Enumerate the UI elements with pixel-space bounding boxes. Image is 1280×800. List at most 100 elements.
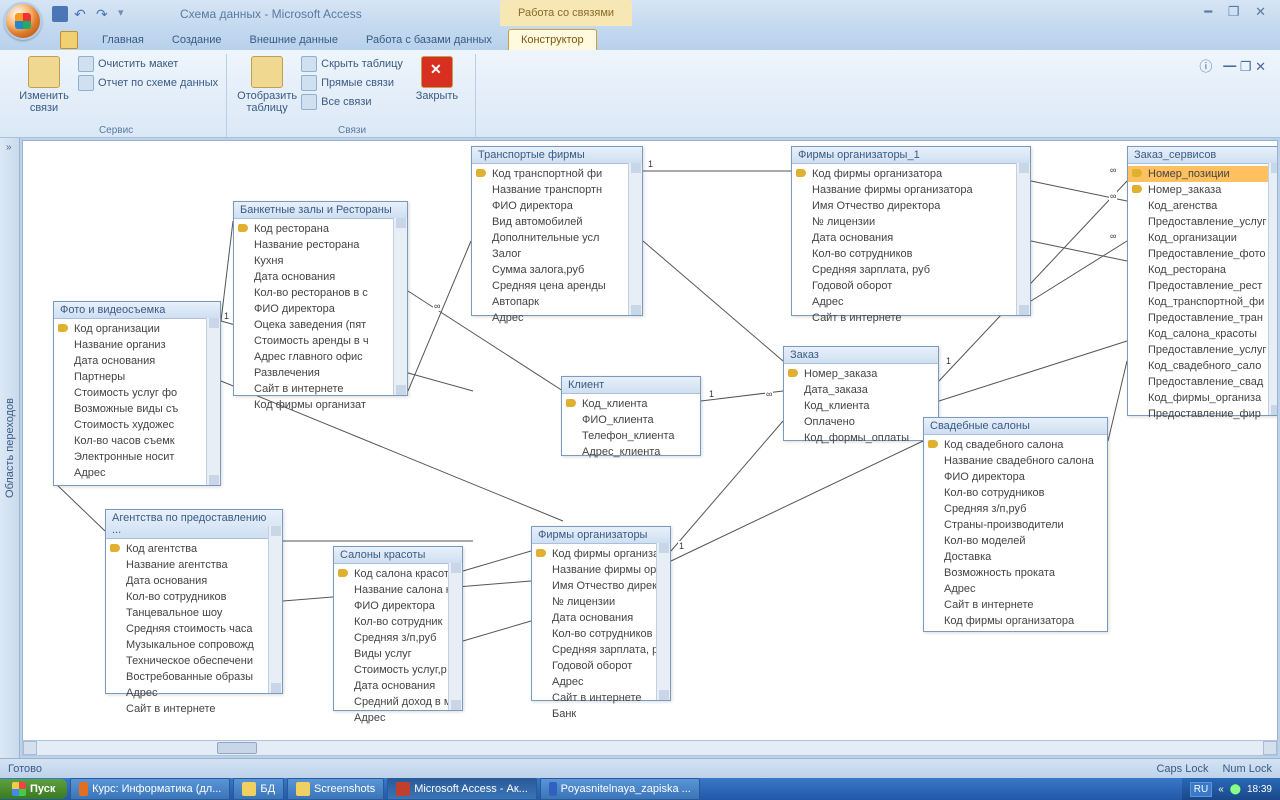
field[interactable]: Электронные носит	[54, 449, 220, 465]
field[interactable]: Код_организации	[1128, 230, 1278, 246]
field[interactable]: Кол-во сотрудников	[106, 589, 282, 605]
table-header[interactable]: Фирмы организаторы	[532, 527, 670, 544]
table-org1[interactable]: Фирмы организаторы_1 Код фирмы организато…	[791, 146, 1031, 316]
field[interactable]: Сайт в интернете	[792, 310, 1030, 326]
field[interactable]: Кухня	[234, 253, 407, 269]
table-photo[interactable]: Фото и видеосъемкаКод организацииНазвани…	[53, 301, 221, 486]
field[interactable]: Предоставление_свад	[1128, 374, 1278, 390]
table-header[interactable]: Банкетные залы и Рестораны	[234, 202, 407, 219]
field[interactable]: Дата основания	[106, 573, 282, 589]
field[interactable]: Годовой оборот	[532, 658, 670, 674]
tray-icon[interactable]: ⬤	[1230, 784, 1241, 795]
field[interactable]: Оцека заведения (пят	[234, 317, 407, 333]
field[interactable]: Адрес главного офис	[234, 349, 407, 365]
field[interactable]: Стоимость услуг,р	[334, 662, 462, 678]
field[interactable]: Код фирмы организа	[532, 546, 670, 562]
paste-icon[interactable]	[56, 30, 82, 50]
field[interactable]: Адрес	[54, 465, 220, 481]
scrollbar[interactable]	[206, 318, 220, 485]
field[interactable]: Код агентства	[106, 541, 282, 557]
field[interactable]: Дата основания	[792, 230, 1030, 246]
field[interactable]: Код салона красот	[334, 566, 462, 582]
field[interactable]: Предоставление_фир	[1128, 406, 1278, 422]
tab-home[interactable]: Главная	[90, 30, 156, 50]
field[interactable]: Название организ	[54, 337, 220, 353]
field[interactable]: Банк	[532, 706, 670, 717]
tab-design[interactable]: Конструктор	[508, 29, 597, 50]
field[interactable]: Доставка	[924, 549, 1107, 565]
table-header[interactable]: Заказ_сервисов	[1128, 147, 1278, 164]
field[interactable]: Адрес	[792, 294, 1030, 310]
taskbar-button[interactable]: Screenshots	[287, 778, 384, 800]
field[interactable]: Код_формы_оплаты	[784, 430, 938, 446]
field[interactable]: ФИО директора	[924, 469, 1107, 485]
field[interactable]: Вид автомобилей	[472, 214, 642, 230]
field[interactable]: Название фирмы ор	[532, 562, 670, 578]
field[interactable]: Возможность проката	[924, 565, 1107, 581]
field[interactable]: Средняя зарплата, ру	[532, 642, 670, 658]
relationship-report-button[interactable]: Отчет по схеме данных	[78, 75, 218, 91]
show-table-button[interactable]: Отобразить таблицу	[237, 54, 297, 123]
table-banquet[interactable]: Банкетные залы и РестораныКод ресторанаН…	[233, 201, 408, 396]
field[interactable]: Код фирмы организат	[234, 397, 407, 412]
taskbar-button[interactable]: Microsoft Access - Ак...	[387, 778, 537, 800]
field[interactable]: Страны-производители	[924, 517, 1107, 533]
field[interactable]: Код фирмы организатора	[792, 166, 1030, 182]
field[interactable]: Код фирмы организатора	[924, 613, 1107, 629]
field[interactable]: Предоставление_фото	[1128, 246, 1278, 262]
table-order[interactable]: ЗаказНомер_заказаДата_заказаКод_клиентаО…	[783, 346, 939, 441]
tab-create[interactable]: Создание	[160, 30, 234, 50]
field[interactable]: Код организации	[54, 321, 220, 337]
window-controls[interactable]: ━ ❐ ✕	[1204, 4, 1272, 20]
hide-table-button[interactable]: Скрыть таблицу	[301, 56, 403, 72]
field[interactable]: Кол-во моделей	[924, 533, 1107, 549]
table-transport[interactable]: Транспортые фирмыКод транспортной фиНазв…	[471, 146, 643, 316]
table-agency[interactable]: Агентства по предоставлению ...Код агент…	[105, 509, 283, 694]
field[interactable]: Предоставление_рест	[1128, 278, 1278, 294]
field[interactable]: Название транспортн	[472, 182, 642, 198]
direct-rel-button[interactable]: Прямые связи	[301, 75, 403, 91]
clear-layout-button[interactable]: Очистить макет	[78, 56, 218, 72]
field[interactable]: Кол-во сотрудников	[792, 246, 1030, 262]
field[interactable]: Дата основания	[532, 610, 670, 626]
field[interactable]: Кол-во сотрудников	[924, 485, 1107, 501]
all-rel-button[interactable]: Все связи	[301, 94, 403, 110]
undo-icon[interactable]: ↶	[74, 6, 90, 22]
field[interactable]: Адрес	[924, 581, 1107, 597]
field[interactable]: Кол-во ресторанов в с	[234, 285, 407, 301]
field[interactable]: Адрес	[334, 710, 462, 726]
field[interactable]: Средняя цена аренды	[472, 278, 642, 294]
table-client[interactable]: КлиентКод_клиентаФИО_клиентаТелефон_клие…	[561, 376, 701, 456]
scrollbar[interactable]	[393, 218, 407, 395]
field[interactable]: Возможные виды съ	[54, 401, 220, 417]
field[interactable]: Стоимость аренды в ч	[234, 333, 407, 349]
field[interactable]: № лицензии	[792, 214, 1030, 230]
field[interactable]: Средняя з/п,руб	[924, 501, 1107, 517]
field[interactable]: Сайт в интернете	[532, 690, 670, 706]
start-button[interactable]: Пуск	[0, 779, 67, 799]
field[interactable]: Адрес	[106, 685, 282, 701]
navpane-toggle-icon[interactable]: »	[6, 142, 12, 153]
office-button[interactable]	[4, 2, 42, 40]
field[interactable]: Средняя зарплата, руб	[792, 262, 1030, 278]
field[interactable]: Сайт в интернете	[106, 701, 282, 717]
field[interactable]: ФИО директора	[234, 301, 407, 317]
field[interactable]: Код_фирмы_организа	[1128, 390, 1278, 406]
field[interactable]: Имя Отчество дирек	[532, 578, 670, 594]
field[interactable]: Востребованные образы	[106, 669, 282, 685]
field[interactable]: Код_агенства	[1128, 198, 1278, 214]
field[interactable]: Развлечения	[234, 365, 407, 381]
language-indicator[interactable]: RU	[1190, 782, 1212, 797]
field[interactable]: Средняя стоимость часа	[106, 621, 282, 637]
field[interactable]: Адрес	[532, 674, 670, 690]
scrollbar[interactable]	[628, 163, 642, 315]
scrollbar[interactable]	[448, 563, 462, 710]
tray-icon[interactable]: «	[1218, 784, 1224, 795]
table-header[interactable]: Фирмы организаторы_1	[792, 147, 1030, 164]
field[interactable]: Код_салона_красоты	[1128, 326, 1278, 342]
field[interactable]: Название салона к	[334, 582, 462, 598]
redo-icon[interactable]: ↷	[96, 6, 112, 22]
field[interactable]: Техническое обеспечени	[106, 653, 282, 669]
field[interactable]: Название фирмы организатора	[792, 182, 1030, 198]
field[interactable]: Сайт в интернете	[924, 597, 1107, 613]
